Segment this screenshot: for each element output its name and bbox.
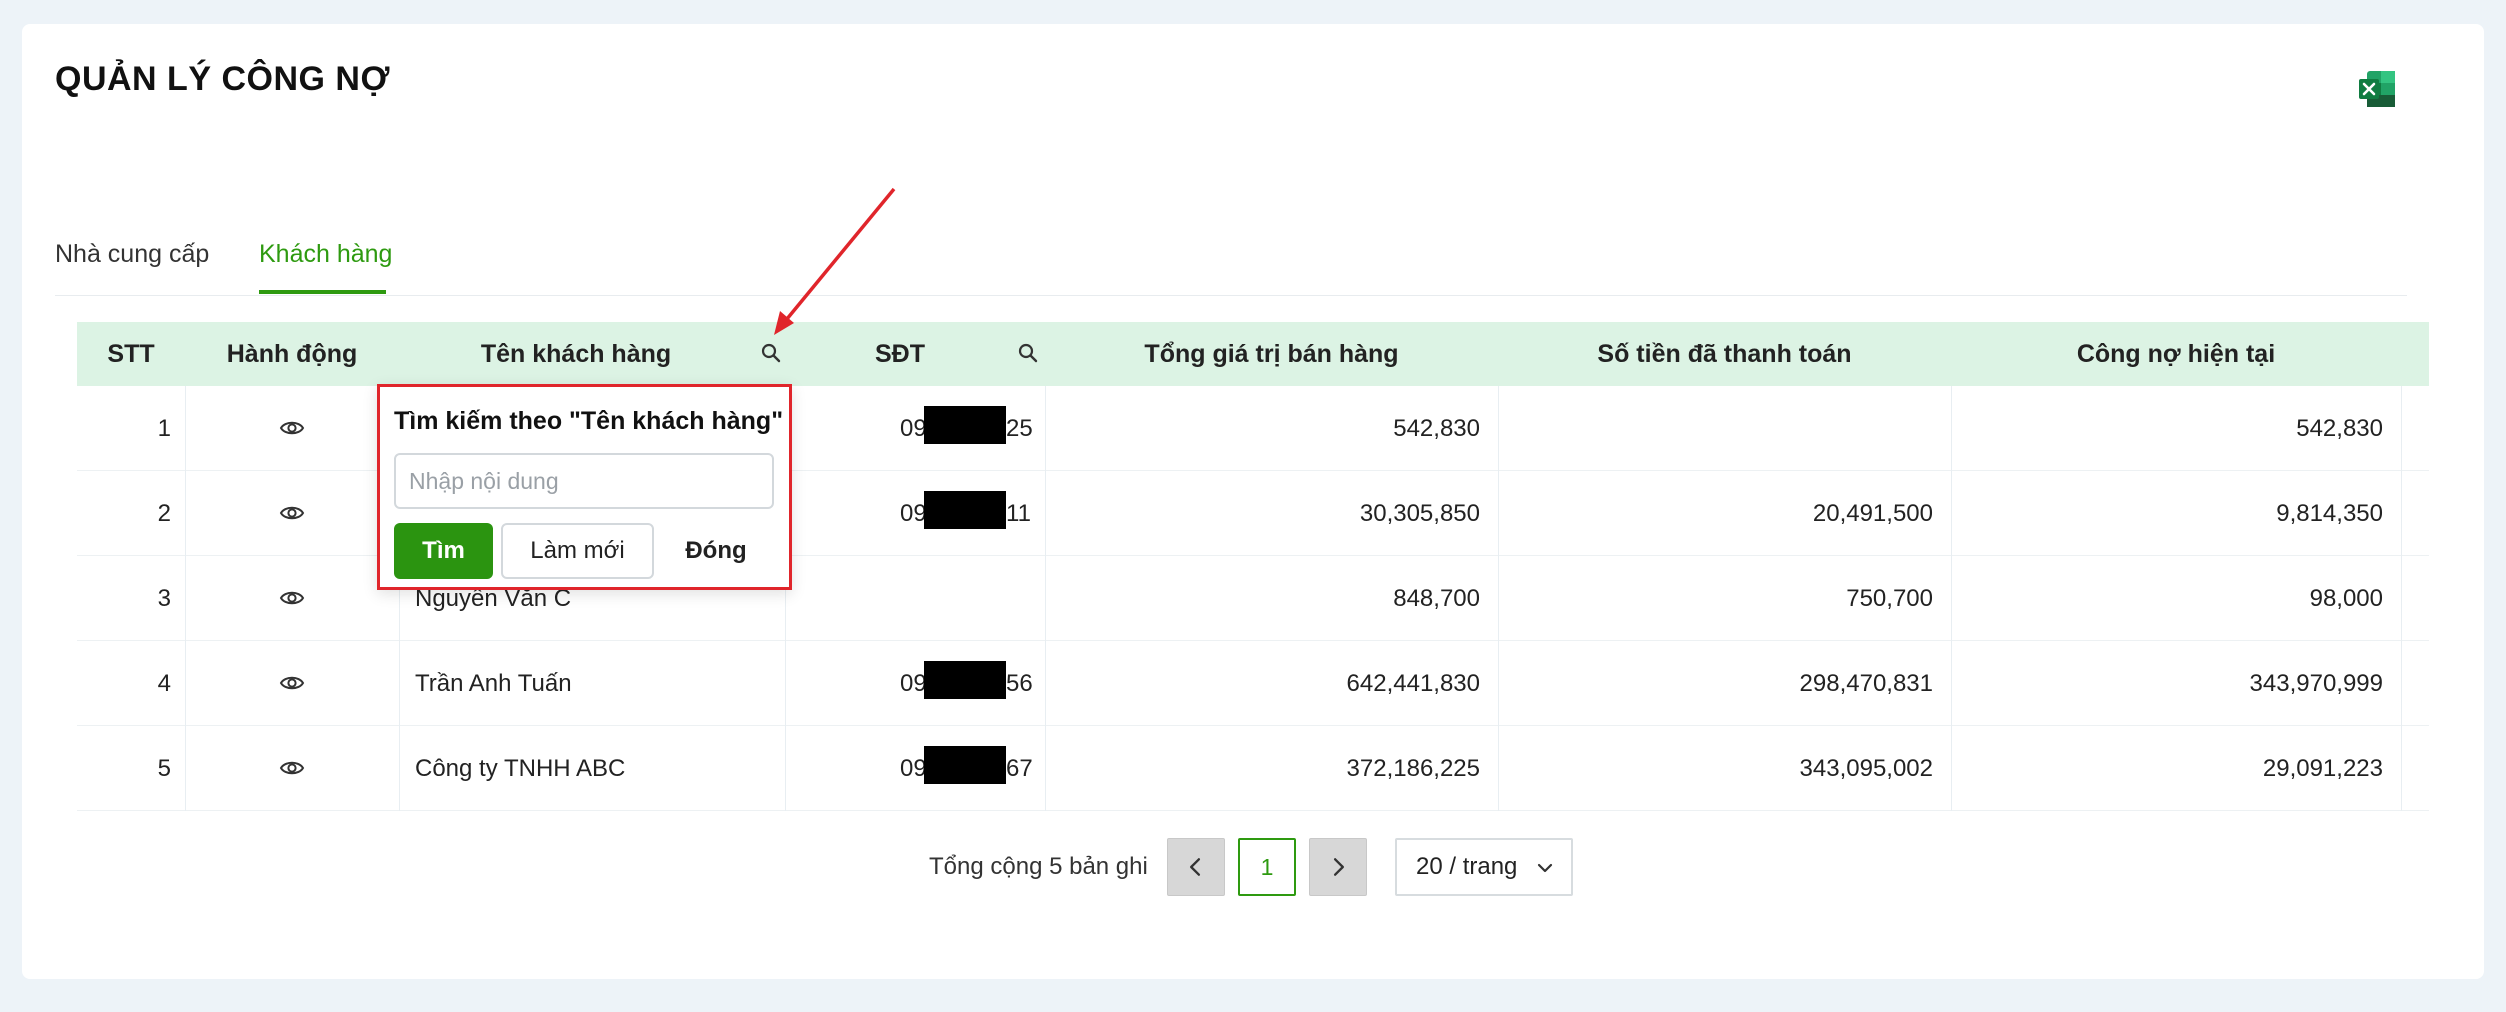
page-number-current[interactable]: 1 [1238, 838, 1296, 896]
next-page-button[interactable] [1309, 838, 1367, 896]
column-header-current-debt: Công nợ hiện tại [2076, 340, 2276, 368]
cell-stt: 1 [157, 415, 171, 442]
column-divider [399, 641, 400, 726]
redacted-phone [924, 491, 1006, 529]
search-icon[interactable] [1017, 342, 1039, 364]
table-row: 5 Công ty TNHH ABC 09 67 372,186,225 343,095… [77, 726, 2429, 811]
redacted-phone [924, 406, 1006, 444]
column-divider [185, 556, 186, 641]
column-divider [785, 726, 786, 811]
cell-phone-prefix: 09 [900, 500, 927, 527]
pagination-total: Tổng cộng 5 bản ghi [929, 853, 1148, 880]
cell-phone-prefix: 09 [900, 415, 927, 442]
column-header-customer-name: Tên khách hàng [480, 340, 672, 368]
column-header-stt: STT [107, 340, 155, 368]
column-divider [2401, 556, 2402, 641]
cell-amount-paid: 343,095,002 [1799, 755, 1933, 782]
tab-customers[interactable]: Khách hàng [259, 240, 392, 269]
column-divider [2401, 641, 2402, 726]
reset-button[interactable]: Làm mới [501, 523, 654, 579]
cell-phone-prefix: 09 [900, 670, 927, 697]
cell-amount-paid: 20,491,500 [1812, 500, 1933, 527]
column-header-total-sales: Tổng giá trị bán hàng [1144, 340, 1399, 368]
search-icon[interactable] [760, 342, 782, 364]
eye-icon[interactable] [279, 417, 305, 439]
column-divider [185, 641, 186, 726]
column-divider [185, 386, 186, 471]
cell-phone-suffix: 67 [1006, 755, 1033, 782]
table-header: STT Hành động Tên khách hàng SĐT Tổng gi… [77, 322, 2429, 386]
chevron-down-icon [1537, 863, 1553, 873]
cell-current-debt: 29,091,223 [2262, 755, 2383, 782]
cell-total-sales: 542,830 [1393, 415, 1480, 442]
cell-current-debt: 542,830 [2296, 415, 2383, 442]
close-button[interactable]: Đóng [662, 523, 770, 579]
tab-bar: Nhà cung cấp Khách hàng [55, 220, 2407, 296]
column-divider [785, 641, 786, 726]
cell-amount-paid: 298,470,831 [1799, 670, 1933, 697]
popup-title: Tìm kiếm theo "Tên khách hàng" [394, 407, 784, 435]
column-divider [185, 471, 186, 556]
column-divider [2401, 471, 2402, 556]
page-size-select[interactable]: 20 / trang [1395, 838, 1573, 896]
table-row: 4 Trần Anh Tuấn 09 56 642,441,830 298,470,83… [77, 641, 2429, 726]
cell-amount-paid: 750,700 [1846, 585, 1933, 612]
redacted-phone [924, 661, 1006, 699]
redacted-phone [924, 746, 1006, 784]
chevron-left-icon [1190, 858, 1201, 876]
cell-current-debt: 9,814,350 [2276, 500, 2383, 527]
annotation-arrow [774, 187, 896, 335]
search-button[interactable]: Tìm [394, 523, 493, 579]
cell-amount-paid [1498, 386, 1933, 471]
column-header-actions: Hành động [226, 340, 358, 368]
column-divider [399, 726, 400, 811]
cell-total-sales: 642,441,830 [1346, 670, 1480, 697]
search-input[interactable] [394, 453, 774, 509]
column-header-amount-paid: Số tiền đã thanh toán [1597, 340, 1852, 368]
eye-icon[interactable] [279, 672, 305, 694]
cell-phone-suffix: 25 [1006, 415, 1033, 442]
cell-current-debt: 343,970,999 [2249, 670, 2383, 697]
active-tab-indicator [259, 290, 386, 294]
eye-icon[interactable] [279, 502, 305, 524]
cell-total-sales: 30,305,850 [1359, 500, 1480, 527]
column-divider [2401, 726, 2402, 811]
column-divider [2401, 386, 2402, 471]
cell-stt: 2 [157, 500, 171, 527]
page-size-label: 20 / trang [1416, 853, 1518, 880]
cell-stt: 3 [157, 585, 171, 612]
column-divider [185, 726, 186, 811]
cell-current-debt: 98,000 [2309, 585, 2383, 612]
previous-page-button[interactable] [1167, 838, 1225, 896]
tab-suppliers[interactable]: Nhà cung cấp [55, 240, 209, 269]
cell-total-sales: 848,700 [1393, 585, 1480, 612]
chevron-right-icon [1333, 858, 1344, 876]
cell-stt: 5 [157, 755, 171, 782]
column-search-popup: Tìm kiếm theo "Tên khách hàng" Tìm Làm m… [377, 384, 792, 590]
cell-customer-name: Công ty TNHH ABC [415, 755, 626, 782]
excel-icon[interactable] [2358, 70, 2396, 108]
cell-stt: 4 [157, 670, 171, 697]
page-title: QUẢN LÝ CÔNG NỢ [55, 60, 390, 98]
cell-customer-name: Trần Anh Tuấn [415, 670, 572, 697]
eye-icon[interactable] [279, 757, 305, 779]
cell-phone-suffix: 56 [1006, 670, 1033, 697]
cell-phone-suffix: 11 [1006, 500, 1031, 527]
cell-phone-prefix: 09 [900, 755, 927, 782]
eye-icon[interactable] [279, 587, 305, 609]
cell-total-sales: 372,186,225 [1346, 755, 1480, 782]
